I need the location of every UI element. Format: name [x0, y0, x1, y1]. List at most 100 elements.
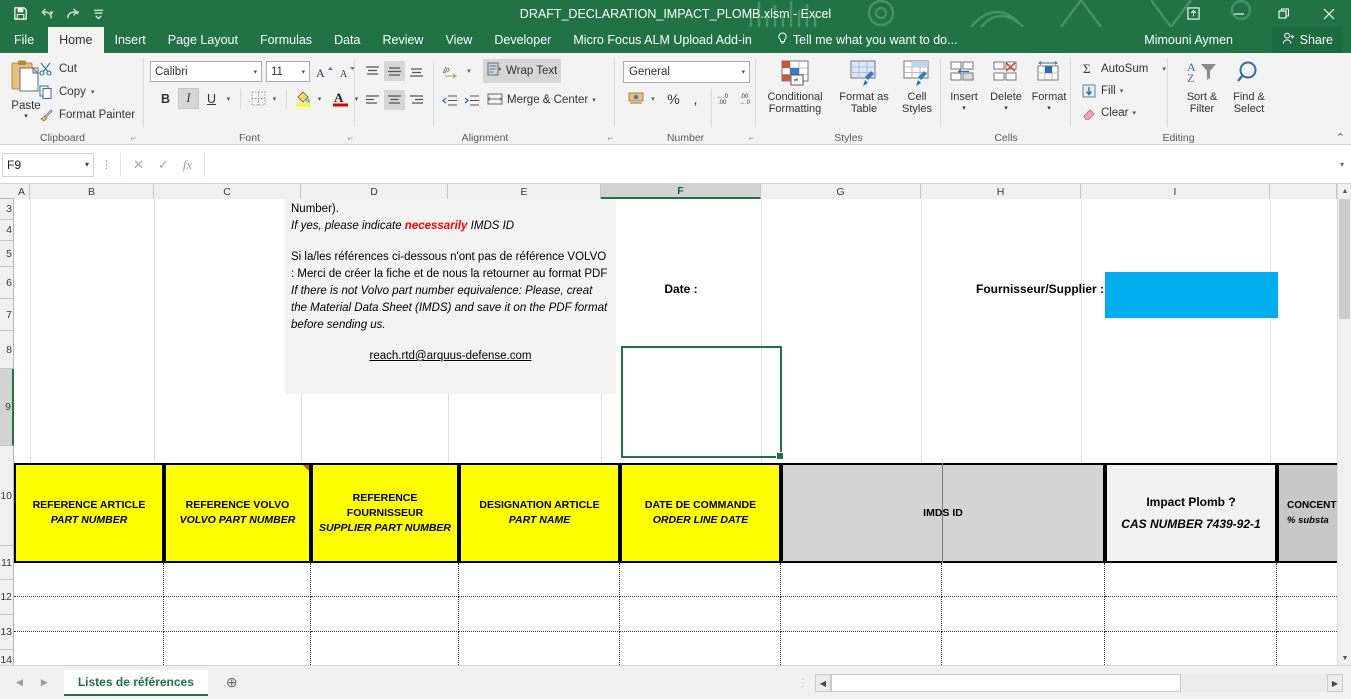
- decrease-indent-button[interactable]: [439, 90, 461, 110]
- table-header-imds-id[interactable]: IMDS ID: [781, 463, 1105, 563]
- tab-review[interactable]: Review: [371, 27, 434, 53]
- column-header-e[interactable]: E: [448, 184, 601, 199]
- clear-button[interactable]: Clear ▾: [1081, 103, 1136, 122]
- row-header-4[interactable]: 4: [0, 220, 14, 241]
- delete-cells-button[interactable]: Delete ▾: [984, 57, 1028, 115]
- horizontal-scrollbar[interactable]: ⋮ ◀ ▶: [798, 672, 1343, 694]
- font-family-dropdown-icon[interactable]: ▾: [253, 68, 257, 76]
- fill-color-button[interactable]: [292, 87, 314, 109]
- paste-dropdown-icon[interactable]: ▾: [24, 112, 28, 120]
- table-row[interactable]: [14, 632, 164, 665]
- copy-button[interactable]: Copy ▾: [38, 82, 94, 102]
- autosum-dropdown-icon[interactable]: ▾: [1162, 65, 1166, 73]
- align-right-button[interactable]: [406, 90, 427, 110]
- redo-icon[interactable]: ▾: [60, 3, 84, 25]
- tab-view[interactable]: View: [434, 27, 483, 53]
- clear-dropdown-icon[interactable]: ▾: [1132, 109, 1136, 117]
- font-color-button[interactable]: A: [329, 87, 351, 109]
- table-row[interactable]: [164, 563, 311, 597]
- fill-color-dropdown-icon[interactable]: ▾: [313, 88, 326, 109]
- table-row[interactable]: [620, 632, 781, 665]
- row-header-10[interactable]: 10: [0, 446, 14, 546]
- insert-cells-button[interactable]: Insert ▾: [942, 57, 986, 115]
- formula-input[interactable]: [205, 152, 1333, 177]
- sheet-tab-listes-de-references[interactable]: Listes de références: [63, 669, 208, 696]
- column-header-i[interactable]: I: [1081, 184, 1270, 199]
- row-header-5[interactable]: 5: [0, 241, 14, 267]
- account-name[interactable]: Mimouni Aymen: [1144, 27, 1233, 53]
- add-sheet-icon[interactable]: ⊕: [226, 674, 238, 691]
- row-header-3[interactable]: 3: [0, 199, 14, 220]
- table-row[interactable]: [459, 563, 620, 597]
- share-button[interactable]: Share: [1271, 27, 1343, 53]
- orientation-dropdown-icon[interactable]: ▾: [463, 61, 475, 81]
- copy-dropdown-icon[interactable]: ▾: [91, 88, 95, 96]
- vertical-scrollbar[interactable]: ▲ ▼: [1337, 184, 1351, 665]
- table-row[interactable]: [164, 597, 311, 632]
- table-header-reference-volvo[interactable]: REFERENCE VOLVO VOLVO PART NUMBER: [164, 463, 311, 563]
- next-sheet-icon[interactable]: ▶: [41, 677, 48, 688]
- row-header-7[interactable]: 7: [0, 299, 14, 331]
- row-header-12[interactable]: 12: [0, 580, 14, 615]
- tab-home[interactable]: Home: [48, 27, 104, 53]
- horizontal-scroll-track[interactable]: ◀ ▶: [815, 674, 1343, 692]
- align-top-button[interactable]: [362, 61, 383, 81]
- row-header-6[interactable]: 6: [0, 267, 14, 299]
- align-bottom-button[interactable]: [406, 61, 427, 81]
- instructions-note-cell[interactable]: Number). If yes, please indicate necessa…: [285, 199, 616, 394]
- table-row[interactable]: [14, 597, 164, 632]
- cell-styles-button[interactable]: Cell Styles: [893, 57, 941, 115]
- scroll-right-icon[interactable]: ▶: [1327, 674, 1343, 692]
- table-row[interactable]: [459, 597, 620, 632]
- name-box[interactable]: F9 ▾: [2, 152, 94, 177]
- wrap-text-button[interactable]: Wrap Text: [483, 59, 562, 83]
- tab-developer[interactable]: Developer: [483, 27, 562, 53]
- number-format-select[interactable]: General ▾: [623, 61, 750, 83]
- table-header-impact-plomb[interactable]: Impact Plomb ? CAS NUMBER 7439-92-1: [1105, 463, 1277, 563]
- restore-icon[interactable]: [1261, 0, 1306, 27]
- customize-qat-icon[interactable]: [86, 3, 110, 25]
- merge-center-button[interactable]: Merge & Center ▾: [483, 88, 600, 112]
- ribbon-display-options-icon[interactable]: [1171, 0, 1216, 27]
- number-dialog-launcher-icon[interactable]: ⌐: [749, 133, 754, 143]
- percent-style-button[interactable]: %: [663, 88, 684, 109]
- underline-button[interactable]: U: [201, 88, 222, 109]
- table-row[interactable]: [620, 563, 781, 597]
- scrollbar-grip[interactable]: ⋮: [798, 678, 815, 689]
- borders-button[interactable]: [247, 88, 269, 109]
- expand-formula-bar-icon[interactable]: ▾: [1333, 160, 1351, 169]
- column-header-b[interactable]: B: [30, 184, 154, 199]
- column-header-d[interactable]: D: [301, 184, 448, 199]
- cancel-formula-icon[interactable]: ✕: [133, 157, 144, 173]
- contact-email-link[interactable]: reach.rtd@arquus-defense.com: [291, 348, 610, 365]
- font-dialog-launcher-icon[interactable]: ⌐: [348, 133, 353, 143]
- increase-indent-button[interactable]: [461, 90, 483, 110]
- accounting-format-button[interactable]: [625, 88, 647, 109]
- previous-sheet-icon[interactable]: ◀: [16, 677, 23, 688]
- table-row[interactable]: [942, 597, 1105, 632]
- minimize-icon[interactable]: [1216, 0, 1261, 27]
- table-row[interactable]: [311, 597, 459, 632]
- table-row[interactable]: [1105, 632, 1277, 665]
- column-header-f[interactable]: F: [601, 184, 761, 199]
- sort-filter-button[interactable]: AZ Sort & Filter: [1176, 57, 1228, 115]
- table-row[interactable]: [781, 632, 942, 665]
- row-header-9[interactable]: 9: [0, 369, 14, 446]
- bold-button[interactable]: B: [155, 88, 176, 109]
- collapse-ribbon-icon[interactable]: ⌃: [1336, 131, 1345, 144]
- alignment-dialog-launcher-icon[interactable]: ⌐: [608, 133, 613, 143]
- tab-page-layout[interactable]: Page Layout: [157, 27, 249, 53]
- format-painter-button[interactable]: Format Painter: [38, 105, 135, 125]
- comma-style-button[interactable]: ,: [685, 88, 706, 109]
- tab-formulas[interactable]: Formulas: [249, 27, 323, 53]
- column-header-g[interactable]: G: [761, 184, 921, 199]
- table-header-date-de-commande[interactable]: DATE DE COMMANDE ORDER LINE DATE: [620, 463, 781, 563]
- delete-cells-dropdown-icon[interactable]: ▾: [1004, 103, 1008, 115]
- row-header-11[interactable]: 11: [0, 546, 14, 580]
- clipboard-dialog-launcher-icon[interactable]: ⌐: [131, 133, 136, 143]
- orientation-button[interactable]: ab: [440, 61, 463, 81]
- insert-function-icon[interactable]: fx: [183, 157, 192, 173]
- increase-decimal-button[interactable]: ←.0.00: [715, 88, 737, 109]
- column-header-j[interactable]: [1270, 184, 1337, 199]
- table-row[interactable]: [1105, 597, 1277, 632]
